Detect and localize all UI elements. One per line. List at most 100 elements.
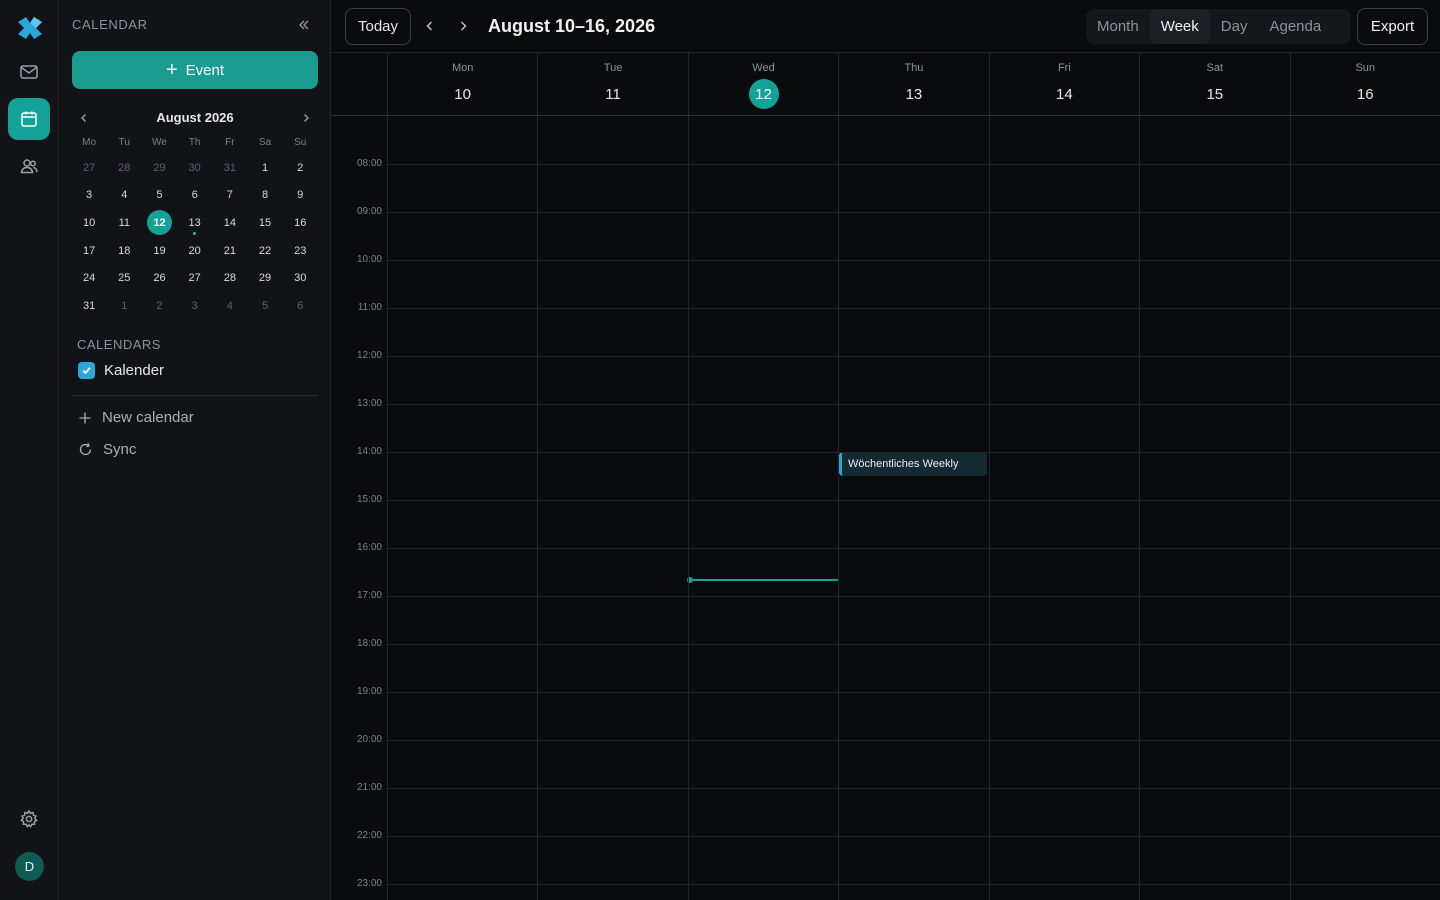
new-event-button[interactable]: + Event xyxy=(72,51,318,89)
mini-prev-month-button[interactable] xyxy=(74,108,94,128)
calendar-item-kalender[interactable]: Kalender xyxy=(78,362,164,379)
mini-day[interactable]: 26 xyxy=(142,264,177,292)
mini-day[interactable]: 28 xyxy=(212,264,247,292)
mini-day[interactable]: 27 xyxy=(72,154,107,182)
mini-day[interactable]: 8 xyxy=(247,182,282,210)
mini-day[interactable]: 15 xyxy=(247,209,282,237)
mini-day[interactable]: 1 xyxy=(107,292,142,320)
mini-day[interactable]: 12 xyxy=(142,209,177,237)
day-of-week-label: Fri xyxy=(1057,62,1071,74)
mini-weekday-label: Fr xyxy=(225,136,235,148)
view-week-button[interactable]: Week xyxy=(1149,9,1210,44)
day-number: 14 xyxy=(1056,85,1073,103)
hour-gridline xyxy=(387,548,1440,549)
export-button[interactable]: Export xyxy=(1357,8,1428,45)
mini-day[interactable]: 17 xyxy=(72,237,107,265)
mini-day[interactable]: 2 xyxy=(142,292,177,320)
mini-day[interactable]: 30 xyxy=(283,264,318,292)
new-event-label: Event xyxy=(185,61,225,79)
mini-day[interactable]: 1 xyxy=(247,154,282,182)
mini-day-number: 3 xyxy=(191,299,198,312)
app-logo-icon[interactable] xyxy=(15,13,45,43)
day-of-week-label: Tue xyxy=(603,62,623,74)
new-calendar-button[interactable]: New calendar xyxy=(78,409,194,426)
day-column-divider xyxy=(387,116,388,900)
today-button[interactable]: Today xyxy=(345,8,411,45)
mini-day-number: 2 xyxy=(297,161,304,174)
mini-next-month-button[interactable] xyxy=(296,108,316,128)
mini-day[interactable]: 31 xyxy=(72,292,107,320)
day-column-header[interactable]: Sat 15 xyxy=(1139,53,1289,115)
mini-day[interactable]: 16 xyxy=(283,209,318,237)
mini-day[interactable]: 5 xyxy=(247,292,282,320)
mini-day[interactable]: 25 xyxy=(107,264,142,292)
day-column-header[interactable]: Sun 16 xyxy=(1289,53,1440,115)
settings-button[interactable] xyxy=(8,798,50,840)
hour-gridline xyxy=(387,692,1440,693)
contacts-nav-button[interactable] xyxy=(8,145,50,187)
mini-day[interactable]: 22 xyxy=(247,237,282,265)
day-of-week-label: Thu xyxy=(904,62,924,74)
next-week-button[interactable] xyxy=(452,15,474,37)
hour-label: 17:00 xyxy=(356,590,382,601)
mini-day[interactable]: 3 xyxy=(72,182,107,210)
previous-week-button[interactable] xyxy=(419,15,441,37)
sync-button[interactable]: Sync xyxy=(78,441,136,458)
mini-day[interactable]: 7 xyxy=(212,182,247,210)
mini-day[interactable]: 5 xyxy=(142,182,177,210)
hour-label: 13:00 xyxy=(356,398,382,409)
mini-day-number: 21 xyxy=(223,244,236,257)
mini-day[interactable]: 30 xyxy=(177,154,212,182)
calendar-event[interactable]: Wöchentliches Weekly xyxy=(839,452,987,476)
hour-gridline xyxy=(387,740,1440,741)
sync-icon xyxy=(79,442,92,456)
mini-day[interactable]: 27 xyxy=(177,264,212,292)
mini-day[interactable]: 10 xyxy=(72,209,107,237)
mini-day[interactable]: 11 xyxy=(107,209,142,237)
mini-day[interactable]: 3 xyxy=(177,292,212,320)
mini-day[interactable]: 20 xyxy=(177,237,212,265)
mini-month-label: August 2026 xyxy=(156,110,234,125)
mini-day[interactable]: 9 xyxy=(283,182,318,210)
calendar-toolbar: Today August 10–16, 2026 Month Week Day … xyxy=(332,0,1440,53)
day-column-header[interactable]: Thu 13 xyxy=(838,53,988,115)
hour-gridline xyxy=(387,212,1440,213)
view-day-button[interactable]: Day xyxy=(1210,9,1259,44)
mini-day[interactable]: 29 xyxy=(247,264,282,292)
day-column-header[interactable]: Wed 12 xyxy=(687,53,838,115)
mini-day[interactable]: 24 xyxy=(72,264,107,292)
hour-gridline xyxy=(387,260,1440,261)
view-switcher: Month Week Day Agenda xyxy=(1086,9,1351,44)
mini-day[interactable]: 13 xyxy=(177,209,212,237)
calendar-checkbox[interactable] xyxy=(78,362,95,379)
view-month-button[interactable]: Month xyxy=(1086,9,1150,44)
day-column-header[interactable]: Fri 14 xyxy=(988,53,1139,115)
mini-day-number: 8 xyxy=(261,189,269,202)
check-icon xyxy=(82,367,91,375)
mini-day[interactable]: 4 xyxy=(212,292,247,320)
mini-day[interactable]: 4 xyxy=(107,182,142,210)
mini-day[interactable]: 31 xyxy=(212,154,247,182)
day-number: 11 xyxy=(605,85,621,103)
hour-label: 19:00 xyxy=(356,686,382,697)
mini-day[interactable]: 2 xyxy=(283,154,318,182)
mini-day[interactable]: 29 xyxy=(142,154,177,182)
day-column-header[interactable]: Tue 11 xyxy=(537,53,687,115)
mini-day[interactable]: 6 xyxy=(283,292,318,320)
mail-nav-button[interactable] xyxy=(8,51,50,93)
user-avatar[interactable]: D xyxy=(15,852,44,881)
mini-day[interactable]: 14 xyxy=(212,209,247,237)
mini-day[interactable]: 28 xyxy=(107,154,142,182)
mini-day[interactable]: 19 xyxy=(142,237,177,265)
day-column-header[interactable]: Mon 10 xyxy=(387,53,537,115)
mini-day[interactable]: 6 xyxy=(177,182,212,210)
calendar-name: Kalender xyxy=(104,362,165,379)
mini-day[interactable]: 21 xyxy=(212,237,247,265)
week-day-header: Mon 10 Tue 11 Wed 12 Thu 13 Fri 14 Sat 15 Sun 16 xyxy=(332,53,1440,116)
collapse-panel-button[interactable] xyxy=(293,14,315,36)
view-agenda-button[interactable]: Agenda xyxy=(1258,9,1332,44)
mini-day[interactable]: 23 xyxy=(283,237,318,265)
mini-day[interactable]: 18 xyxy=(107,237,142,265)
calendar-nav-button[interactable] xyxy=(8,98,50,140)
time-grid[interactable]: Wöchentliches Weekly 08:00 09:00 10:00 11:0… xyxy=(332,116,1440,900)
